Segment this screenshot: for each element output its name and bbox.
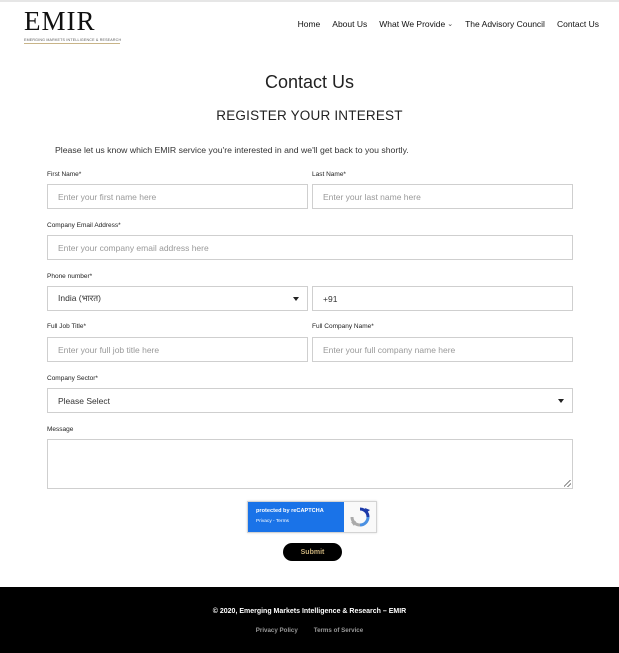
first-name-placeholder: Enter your first name here bbox=[58, 191, 157, 202]
last-name-field[interactable]: Enter your last name here bbox=[312, 184, 573, 209]
privacy-policy-link[interactable]: Privacy Policy bbox=[256, 627, 298, 634]
recaptcha-badge[interactable]: protected by reCAPTCHA Privacy - Terms bbox=[247, 501, 377, 533]
sector-label: Company Sector* bbox=[47, 375, 98, 382]
nav-advisory-council[interactable]: The Advisory Council bbox=[465, 19, 545, 29]
phone-number-field[interactable]: +91 bbox=[312, 286, 573, 311]
last-name-placeholder: Enter your last name here bbox=[323, 191, 421, 202]
nav-contact-us[interactable]: Contact Us bbox=[557, 19, 599, 29]
company-name-label: Full Company Name* bbox=[312, 323, 374, 330]
dropdown-caret-icon bbox=[293, 296, 299, 301]
recaptcha-panel: protected by reCAPTCHA Privacy - Terms bbox=[248, 502, 344, 532]
dropdown-caret-icon bbox=[558, 398, 564, 403]
phone-country-select[interactable]: India (भारत) bbox=[47, 286, 308, 311]
logo-tagline: EMERGING MARKETS INTELLIGENCE & RESEARCH bbox=[24, 38, 122, 42]
phone-code-value: +91 bbox=[323, 293, 338, 304]
email-field[interactable]: Enter your company email address here bbox=[47, 235, 573, 260]
site-footer: © 2020, Emerging Markets Intelligence & … bbox=[0, 587, 619, 653]
phone-country-value: India (भारत) bbox=[58, 293, 101, 303]
nav-what-we-provide-label: What We Provide bbox=[379, 19, 446, 29]
recaptcha-title: protected by reCAPTCHA bbox=[256, 508, 324, 514]
resize-handle-icon[interactable] bbox=[564, 480, 571, 487]
form-heading: REGISTER YOUR INTEREST bbox=[216, 108, 403, 123]
email-label: Company Email Address* bbox=[47, 222, 121, 229]
first-name-label: First Name* bbox=[47, 171, 82, 178]
nav-home[interactable]: Home bbox=[298, 19, 321, 29]
nav-about-us-label: About Us bbox=[332, 19, 368, 29]
logo-underline bbox=[24, 43, 120, 44]
email-placeholder: Enter your company email address here bbox=[58, 242, 209, 253]
company-name-field[interactable]: Enter your full company name here bbox=[312, 337, 573, 362]
submit-button[interactable]: Submit bbox=[283, 543, 342, 561]
sector-value: Please Select bbox=[58, 395, 110, 406]
job-title-placeholder: Enter your full job title here bbox=[58, 344, 160, 355]
chevron-down-icon: ⌄ bbox=[447, 21, 454, 28]
phone-label: Phone number* bbox=[47, 273, 93, 280]
nav-about-us[interactable]: About Us bbox=[332, 19, 367, 29]
nav-home-label: Home bbox=[297, 19, 321, 29]
nav-advisory-council-label: The Advisory Council bbox=[465, 19, 545, 29]
recaptcha-icon bbox=[344, 502, 376, 532]
top-border bbox=[0, 0, 619, 2]
page-title: Contact Us bbox=[264, 72, 355, 92]
first-name-field[interactable]: Enter your first name here bbox=[47, 184, 308, 209]
message-textarea[interactable] bbox=[47, 439, 573, 489]
recaptcha-links[interactable]: Privacy - Terms bbox=[256, 519, 344, 524]
sector-select[interactable]: Please Select bbox=[47, 388, 573, 413]
footer-copyright: © 2020, Emerging Markets Intelligence & … bbox=[212, 608, 407, 615]
site-logo[interactable]: EMIR EMERGING MARKETS INTELLIGENCE & RES… bbox=[24, 7, 124, 44]
intro-text: Please let us know which EMIR service yo… bbox=[55, 145, 409, 155]
nav-what-we-provide[interactable]: What We Provide ⌄ bbox=[379, 19, 453, 29]
footer-links: Privacy Policy Terms of Service bbox=[0, 627, 619, 634]
terms-of-service-link[interactable]: Terms of Service bbox=[314, 627, 363, 634]
main-nav: Home About Us What We Provide ⌄ The Advis… bbox=[298, 19, 599, 29]
job-title-field[interactable]: Enter your full job title here bbox=[47, 337, 308, 362]
company-name-placeholder: Enter your full company name here bbox=[323, 344, 456, 355]
last-name-label: Last Name* bbox=[312, 171, 346, 178]
logo-wordmark: EMIR bbox=[24, 6, 96, 36]
nav-contact-us-label: Contact Us bbox=[556, 19, 599, 29]
job-title-label: Full Job Title* bbox=[47, 323, 87, 330]
message-label: Message bbox=[47, 426, 74, 433]
